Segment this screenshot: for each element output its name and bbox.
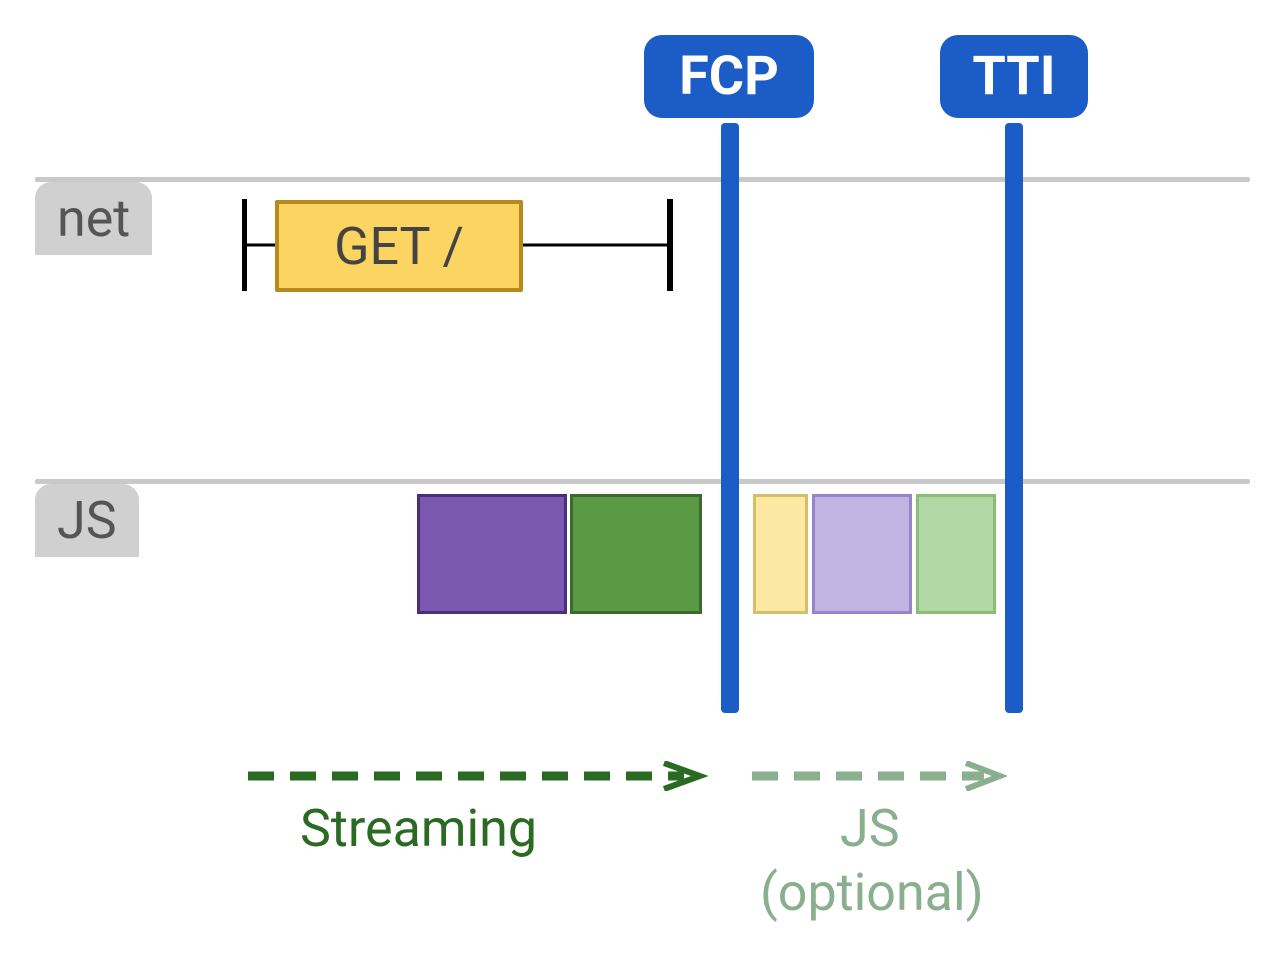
net-track-line	[35, 177, 1250, 182]
net-get-request-box: GET /	[275, 200, 523, 292]
js-block-purple	[417, 494, 567, 614]
js-block-green-light	[916, 494, 996, 614]
net-track-label: net	[35, 182, 152, 255]
js-optional-arrow-label-2: (optional)	[760, 862, 984, 923]
js-track-label: JS	[35, 484, 139, 557]
rendering-timeline-diagram: net GET / JS FCP TTI Streaming JS (optio…	[0, 0, 1272, 974]
js-optional-arrow	[752, 761, 1007, 791]
js-block-green	[570, 494, 702, 614]
streaming-arrow-label: Streaming	[300, 798, 537, 859]
js-track-line	[35, 479, 1250, 484]
tti-marker-badge: TTI	[940, 35, 1088, 118]
fcp-marker-badge: FCP	[644, 35, 814, 118]
fcp-marker-line	[721, 123, 739, 713]
js-block-purple-light	[812, 494, 912, 614]
js-optional-arrow-label-1: JS	[840, 798, 900, 859]
tti-marker-line	[1005, 123, 1023, 713]
streaming-arrow	[248, 761, 708, 791]
js-block-yellow-light	[753, 494, 808, 614]
